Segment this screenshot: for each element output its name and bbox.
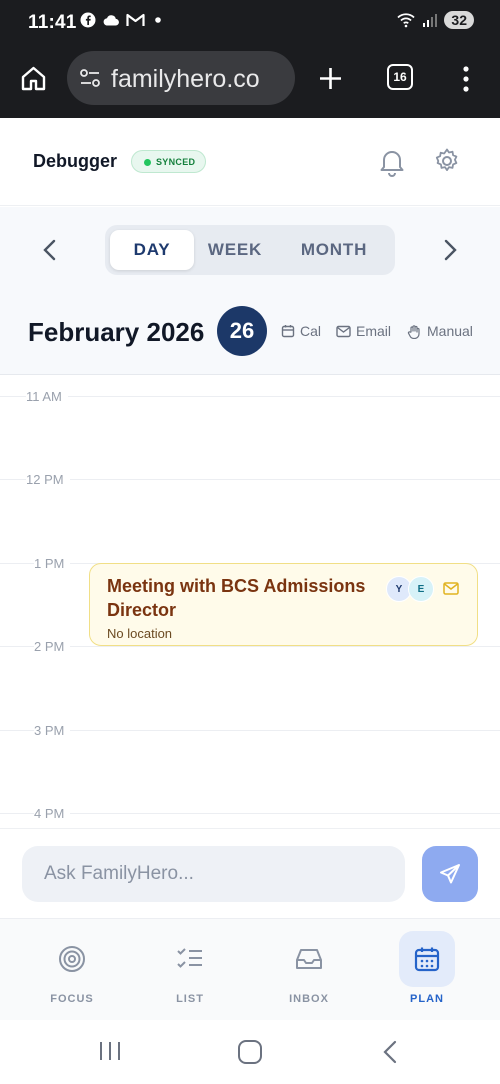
day-badge[interactable]: 26 (217, 306, 267, 356)
cloud-icon (103, 15, 119, 26)
source-filter-manual[interactable]: Manual (407, 323, 473, 339)
event-card[interactable]: Meeting with BCS Admissions Director No … (89, 563, 478, 646)
recents-icon[interactable] (98, 1040, 122, 1062)
hour-gridline (0, 479, 500, 480)
mail-icon (336, 325, 351, 337)
bell-icon[interactable] (378, 147, 406, 177)
ask-input[interactable] (22, 846, 405, 902)
event-location: No location (107, 626, 173, 641)
nav-label: LIST (176, 993, 204, 1005)
tab-month[interactable]: MONTH (276, 230, 392, 270)
inbox-icon (296, 949, 322, 969)
calendar-icon (414, 947, 440, 972)
tab-day[interactable]: DAY (110, 230, 194, 270)
sync-status-badge: SYNCED (131, 150, 207, 173)
new-tab-icon[interactable] (318, 66, 343, 91)
bottom-nav: FOCUS LIST INBOX PLAN (0, 918, 500, 1020)
date-header: February 2026 26 Cal Email Manual (0, 295, 500, 375)
source-filter-email[interactable]: Email (336, 323, 391, 339)
hour-label: 11 AM (26, 389, 68, 404)
nav-list[interactable]: LIST (145, 931, 235, 1011)
mail-icon (443, 582, 459, 595)
hour-label: 3 PM (34, 723, 71, 738)
more-menu-icon[interactable] (459, 65, 473, 93)
sync-status-label: SYNCED (156, 156, 196, 167)
back-icon[interactable] (380, 1039, 400, 1065)
month-year-title: February 2026 (28, 317, 205, 347)
hour-label: 4 PM (34, 806, 71, 821)
sync-dot-icon (144, 159, 151, 166)
hour-gridline (0, 813, 500, 814)
dot-icon (155, 17, 161, 23)
hour-gridline (0, 646, 500, 647)
gear-icon[interactable] (433, 147, 461, 175)
nav-inbox[interactable]: INBOX (264, 931, 354, 1011)
hour-gridline (0, 730, 500, 731)
calendar-icon (281, 325, 295, 338)
nav-plan[interactable]: PLAN (382, 931, 472, 1011)
nav-focus[interactable]: FOCUS (27, 931, 117, 1011)
signal-icon (423, 14, 438, 27)
status-bar: 11:41 32 (0, 0, 500, 44)
tab-switcher-button[interactable]: 16 (387, 64, 413, 90)
wifi-icon (397, 13, 416, 28)
hour-gridline (0, 396, 500, 397)
app-header: Debugger SYNCED (0, 118, 500, 206)
send-icon (440, 864, 460, 884)
nav-label: PLAN (410, 993, 444, 1005)
chevron-right-icon[interactable] (440, 238, 460, 262)
home-icon[interactable] (20, 65, 47, 92)
source-filter-cal[interactable]: Cal (281, 323, 321, 339)
gmail-icon (126, 13, 145, 26)
target-icon (59, 946, 85, 972)
page-title: Debugger (33, 151, 118, 171)
hour-label: 1 PM (34, 556, 71, 571)
nav-label: FOCUS (50, 993, 94, 1005)
battery-icon: 32 (444, 11, 474, 29)
system-nav-bar (0, 1020, 500, 1084)
site-settings-icon[interactable] (79, 68, 101, 88)
source-label: Cal (300, 323, 322, 339)
ask-bar (0, 828, 500, 918)
url-text: familyhero.co (111, 65, 260, 93)
send-button[interactable] (422, 846, 478, 902)
tab-week[interactable]: WEEK (194, 230, 276, 270)
avatar: E (408, 576, 434, 602)
view-toggle-bar: DAY WEEK MONTH (0, 207, 500, 295)
source-label: Manual (427, 323, 473, 339)
home-button-icon[interactable] (237, 1039, 263, 1065)
checklist-icon (177, 948, 202, 968)
hour-label: 12 PM (26, 472, 70, 487)
hour-label: 2 PM (34, 639, 71, 654)
nav-label: INBOX (289, 993, 329, 1005)
source-label: Email (356, 323, 392, 339)
chevron-left-icon[interactable] (40, 238, 60, 262)
view-segmented-control: DAY WEEK MONTH (105, 225, 395, 275)
hand-icon (407, 324, 420, 339)
event-title: Meeting with BCS Admissions Director (107, 576, 366, 620)
day-timeline[interactable]: 11 AM 12 PM 1 PM 2 PM 3 PM 4 PM Meeting … (0, 376, 500, 828)
browser-toolbar: familyhero.co 16 (0, 44, 500, 118)
url-bar[interactable]: familyhero.co (67, 51, 295, 105)
facebook-icon (80, 12, 96, 28)
status-time: 11:41 (28, 12, 77, 33)
